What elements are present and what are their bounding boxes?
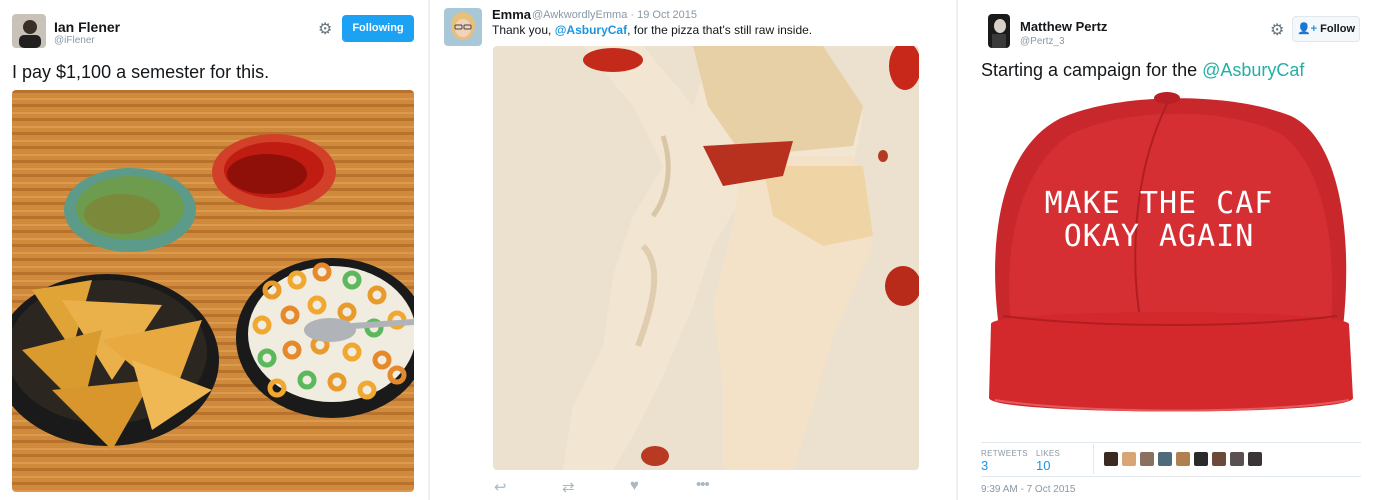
- stats-divider-top: [981, 442, 1361, 443]
- tweet-text-end: , for the pizza that's still raw inside.: [627, 23, 813, 37]
- tweet-text: I pay $1,100 a semester for this.: [12, 62, 270, 82]
- avatar[interactable]: [1104, 452, 1118, 466]
- retweets-count[interactable]: 3: [981, 458, 988, 473]
- avatar[interactable]: [12, 14, 46, 48]
- timestamp[interactable]: 9:39 AM - 7 Oct 2015: [981, 484, 1076, 495]
- avatar[interactable]: [1122, 452, 1136, 466]
- mention-link[interactable]: @AsburyCaf: [1202, 60, 1304, 80]
- tweet-card-2: Emma @AwkwordlyEmma · 19 Oct 2015 Thank …: [432, 0, 952, 500]
- stats-divider-bottom: [981, 476, 1361, 477]
- more-icon[interactable]: •••: [696, 476, 710, 493]
- like-icon[interactable]: ♥: [630, 477, 639, 494]
- author-handle[interactable]: @iFlener: [54, 35, 95, 46]
- following-button[interactable]: Following: [342, 15, 414, 42]
- avatar[interactable]: [444, 8, 482, 46]
- avatar[interactable]: [1212, 452, 1226, 466]
- mention-link[interactable]: @AsburyCaf: [555, 23, 627, 37]
- author-name[interactable]: Matthew Pertz: [1020, 19, 1107, 34]
- tweet-card-3: Matthew Pertz @Pertz_3 ⚙ 👤+ Follow Start…: [960, 0, 1380, 500]
- tweet-text-start: Starting a campaign for the: [981, 60, 1203, 80]
- avatar[interactable]: [988, 14, 1010, 48]
- likes-label: LIKES: [1036, 449, 1061, 458]
- avatar[interactable]: [1140, 452, 1154, 466]
- tweet-photo[interactable]: [12, 90, 414, 492]
- tweet-photo[interactable]: [493, 46, 919, 470]
- tweet-text-start: Thank you,: [492, 23, 555, 37]
- avatar[interactable]: [1158, 452, 1172, 466]
- follow-button-label: Follow: [1320, 23, 1355, 35]
- avatar[interactable]: [1176, 452, 1190, 466]
- avatar[interactable]: [1248, 452, 1262, 466]
- author-handle[interactable]: @Pertz_3: [1020, 36, 1065, 47]
- stats-divider-vertical: [1093, 444, 1094, 474]
- tweet-card-1: Ian Flener @iFlener ⚙ Following I pay $1…: [0, 0, 424, 500]
- gear-icon[interactable]: ⚙: [318, 19, 332, 39]
- following-button-label: Following: [352, 22, 404, 34]
- follow-person-icon: 👤+: [1296, 23, 1318, 35]
- author-handle-and-date[interactable]: @AwkwordlyEmma · 19 Oct 2015: [532, 9, 697, 21]
- likes-count[interactable]: 10: [1036, 458, 1050, 473]
- author-name[interactable]: Ian Flener: [54, 19, 120, 35]
- hat-text-line-1: MAKE THE CAF: [1044, 186, 1274, 221]
- retweet-icon[interactable]: ⇄: [562, 478, 575, 496]
- hat-text-line-2: OKAY AGAIN: [1063, 219, 1255, 254]
- panel-divider: [956, 0, 958, 500]
- panel-divider: [428, 0, 430, 500]
- author-name[interactable]: Emma: [492, 7, 531, 22]
- retweets-label: RETWEETS: [981, 449, 1028, 458]
- gear-icon[interactable]: ⚙: [1270, 20, 1284, 40]
- tweet-text: Thank you, @AsburyCaf, for the pizza tha…: [492, 23, 812, 37]
- tweet-text: Starting a campaign for the @AsburyCaf: [981, 60, 1304, 81]
- avatar[interactable]: [1230, 452, 1244, 466]
- follow-button[interactable]: 👤+ Follow: [1292, 16, 1360, 42]
- avatar[interactable]: [1194, 452, 1208, 466]
- tweet-photo[interactable]: MAKE THE CAF OKAY AGAIN: [981, 88, 1361, 430]
- reply-icon[interactable]: ↩: [494, 478, 507, 496]
